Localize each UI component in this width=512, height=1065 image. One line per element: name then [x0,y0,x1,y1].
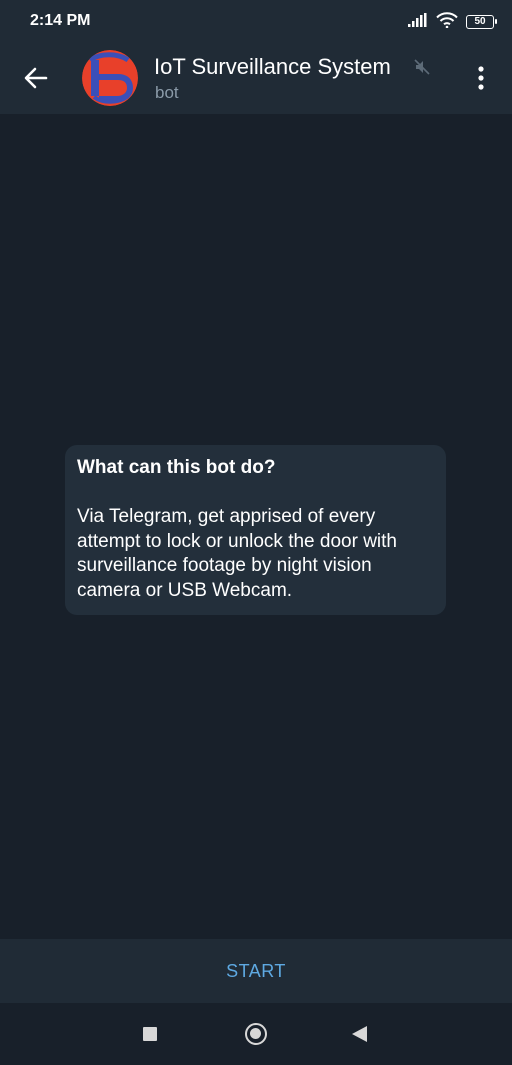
bot-avatar[interactable] [82,50,138,106]
back-button[interactable] [18,60,54,96]
battery-icon: 50 [466,15,497,29]
telegram-chat-screen: 2:14 PM 50 IoT Surveillance System bot W… [0,0,512,1065]
signal-icon [408,12,428,32]
status-bar: 2:14 PM 50 [0,0,512,42]
more-options-button[interactable] [468,62,494,94]
bot-intro-title: What can this bot do? [77,457,276,478]
recents-icon[interactable] [143,1027,157,1041]
chat-title[interactable]: IoT Surveillance System [154,54,391,80]
system-navigation-bar [0,1003,512,1065]
chat-header: IoT Surveillance System bot [0,42,512,114]
home-icon[interactable] [245,1023,267,1045]
bot-intro-description: Via Telegram, get apprised of every atte… [77,506,397,601]
more-vertical-icon [478,66,484,90]
status-time: 2:14 PM [30,12,91,29]
start-button[interactable]: START [196,951,316,992]
back-arrow-icon [24,67,48,89]
status-icons: 50 [408,11,497,33]
back-icon[interactable] [352,1026,367,1042]
bot-intro-card: What can this bot do? Via Telegram, get … [65,445,446,615]
chat-subtitle: bot [155,83,179,102]
start-bar: START [0,939,512,1003]
chat-area: What can this bot do? Via Telegram, get … [0,114,512,939]
wifi-icon [436,11,458,33]
muted-icon [414,59,430,75]
